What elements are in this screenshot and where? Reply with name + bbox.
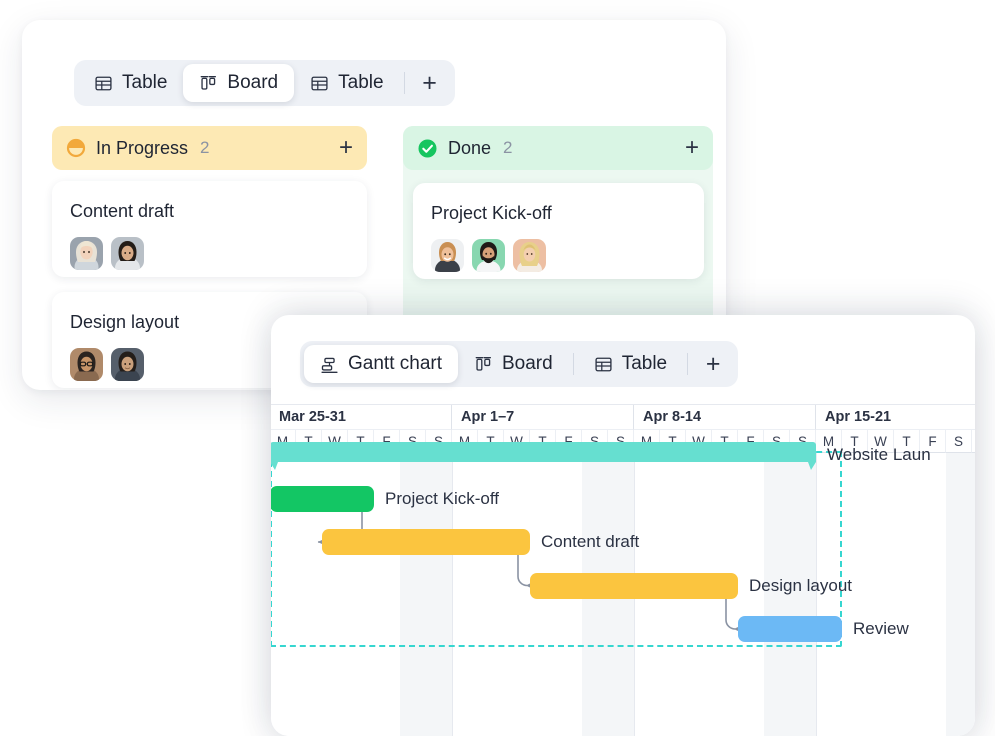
avatar-man-beard [472,239,505,272]
avatar-woman-blonde-2 [513,239,546,272]
avatar-woman-blonde [70,237,103,270]
card-avatars [431,239,686,272]
tab-label: Table [622,353,667,375]
tab-label: Board [502,353,553,375]
column-title: Done [448,138,491,159]
table-icon [594,355,613,374]
tab-divider [404,72,405,94]
gantt-bar-label: Review [853,619,909,639]
board-card[interactable]: Content draft [52,181,367,277]
gantt-summary-bar[interactable] [271,442,816,472]
column-count: 2 [200,138,209,158]
tab-gantt-chart[interactable]: Gantt chart [304,345,458,383]
tab-board[interactable]: Board [458,345,569,383]
card-avatars [70,237,349,270]
gantt-tab-bar: Gantt chart Board [300,341,738,387]
column-header-in-progress: In Progress 2 + [52,126,367,170]
check-circle-icon [417,138,438,159]
gantt-icon [320,355,339,374]
avatar-man-navy [111,348,144,381]
tab-table[interactable]: Table [578,345,683,383]
tab-label: Table [338,72,383,94]
column-header-done: Done 2 + [403,126,713,170]
tab-board[interactable]: Board [183,64,294,102]
board-tab-bar: Table Board [74,60,455,106]
tab-divider [573,353,574,375]
gantt-bar[interactable] [738,616,842,642]
gantt-bar[interactable] [530,573,738,599]
gantt-window: Gantt chart Board [271,315,975,736]
gantt-bar-label: Design layout [749,576,852,596]
tab-table-1[interactable]: Table [78,64,183,102]
gantt-bar-label: Project Kick-off [385,489,499,509]
gantt-bar-label: Content draft [541,532,639,552]
add-card-button[interactable]: + [339,134,353,162]
gantt-bar[interactable] [271,486,374,512]
add-view-button[interactable]: + [409,64,451,102]
tab-label: Gantt chart [348,353,442,375]
table-icon [310,74,329,93]
avatar-man-smiling [431,239,464,272]
card-title: Project Kick-off [431,203,686,224]
tab-divider [687,353,688,375]
column-title: In Progress [96,138,188,159]
add-view-button[interactable]: + [692,345,734,383]
screenshot-root: Table Board [0,0,995,736]
add-card-button[interactable]: + [685,134,699,162]
avatar-man-glasses [70,348,103,381]
gantt-grid: Mar 25-31Apr 1–7Apr 8-14Apr 15-21 MTWTFS… [271,404,975,736]
column-count: 2 [503,138,512,158]
card-title: Content draft [70,201,349,222]
avatar-man-dark [111,237,144,270]
half-filled-circle-icon [66,138,86,158]
tab-label: Board [227,72,278,94]
gantt-bar-label: Website Laun [827,445,931,465]
gantt-bar[interactable] [322,529,530,555]
tab-table-2[interactable]: Table [294,64,399,102]
board-card[interactable]: Project Kick-off [413,183,704,279]
table-icon [94,74,113,93]
board-icon [199,74,218,93]
board-icon [474,355,493,374]
tab-label: Table [122,72,167,94]
